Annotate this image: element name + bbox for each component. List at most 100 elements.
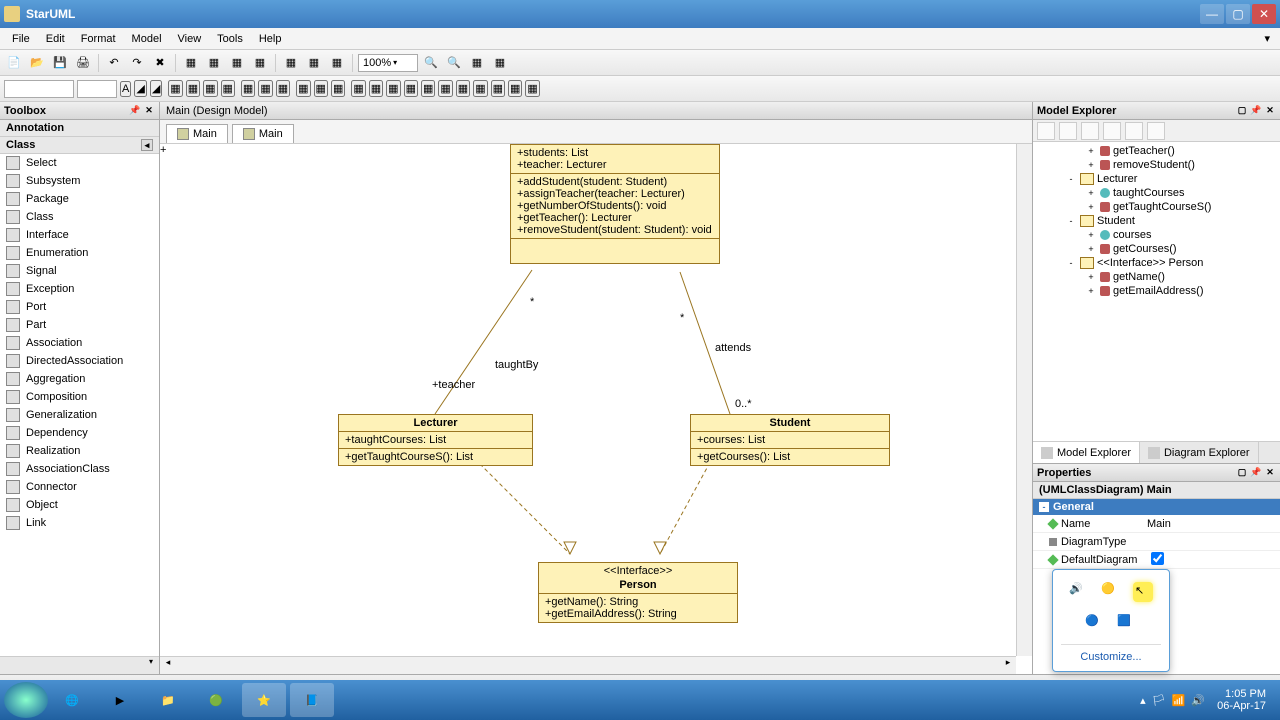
tool-item-association[interactable]: Association bbox=[0, 334, 159, 352]
tab-model-explorer[interactable]: Model Explorer bbox=[1033, 442, 1140, 463]
save-button[interactable]: 💾 bbox=[50, 53, 70, 73]
tree-item[interactable]: -<<Interface>> Person bbox=[1035, 256, 1278, 270]
align-button[interactable]: ▦ bbox=[168, 80, 182, 97]
tree-item[interactable]: +taughtCourses bbox=[1035, 186, 1278, 200]
taskbar-chrome[interactable]: 🟢 bbox=[194, 683, 238, 717]
tree-item[interactable]: +courses bbox=[1035, 228, 1278, 242]
layout-button[interactable]: ▦ bbox=[314, 80, 328, 97]
font-combo[interactable] bbox=[4, 80, 74, 98]
pin-icon[interactable]: 📌 bbox=[1250, 105, 1262, 117]
tool-item-connector[interactable]: Connector bbox=[0, 478, 159, 496]
layout-button[interactable]: ▦ bbox=[369, 80, 383, 97]
clock[interactable]: 1:05 PM 06-Apr-17 bbox=[1211, 688, 1272, 712]
taskbar-media[interactable]: ▶ bbox=[98, 683, 142, 717]
menu-file[interactable]: File bbox=[4, 31, 38, 47]
close-icon[interactable]: ✕ bbox=[1264, 467, 1276, 479]
tool-item-dependency[interactable]: Dependency bbox=[0, 424, 159, 442]
pin-icon[interactable]: ▢ bbox=[1236, 105, 1248, 117]
uml-class-student[interactable]: Student +courses: List +getCourses(): Li… bbox=[690, 414, 890, 466]
filter-button[interactable] bbox=[1081, 122, 1099, 140]
layout-button[interactable]: ▦ bbox=[421, 80, 435, 97]
tool-item-exception[interactable]: Exception bbox=[0, 280, 159, 298]
tool-button[interactable]: ▦ bbox=[181, 53, 201, 73]
new-button[interactable]: 📄 bbox=[4, 53, 24, 73]
delete-button[interactable]: ✖ bbox=[150, 53, 170, 73]
menu-edit[interactable]: Edit bbox=[38, 31, 73, 47]
nav-button[interactable] bbox=[1103, 122, 1121, 140]
pin-icon[interactable]: ▢ bbox=[1236, 467, 1248, 479]
flag-icon[interactable]: 🏳 bbox=[1152, 694, 1166, 707]
customize-link[interactable]: Customize... bbox=[1061, 644, 1161, 663]
taskbar-staruml[interactable]: ⭐ bbox=[242, 683, 286, 717]
tool-item-associationclass[interactable]: AssociationClass bbox=[0, 460, 159, 478]
tray-expand-icon[interactable]: ▴ bbox=[1140, 694, 1146, 707]
tool-item-signal[interactable]: Signal bbox=[0, 262, 159, 280]
properties-category[interactable]: -General bbox=[1033, 499, 1280, 515]
toolbox-section-class[interactable]: Class ◂ bbox=[0, 137, 159, 154]
tool-item-directedassociation[interactable]: DirectedAssociation bbox=[0, 352, 159, 370]
maximize-button[interactable]: ▢ bbox=[1226, 4, 1250, 24]
layout-button[interactable]: ▦ bbox=[438, 80, 452, 97]
down-button[interactable] bbox=[1147, 122, 1165, 140]
up-button[interactable] bbox=[1125, 122, 1143, 140]
tree-item[interactable]: +getCourses() bbox=[1035, 242, 1278, 256]
uml-class-course[interactable]: +students: List +teacher: Lecturer +addS… bbox=[510, 144, 720, 264]
diagram-canvas[interactable]: +students: List +teacher: Lecturer +addS… bbox=[160, 144, 1032, 674]
tool-item-object[interactable]: Object bbox=[0, 496, 159, 514]
pin-icon[interactable]: 📌 bbox=[129, 105, 141, 117]
volume-icon[interactable]: 🔊 bbox=[1191, 694, 1205, 707]
size-combo[interactable] bbox=[77, 80, 117, 98]
layout-button[interactable]: ▦ bbox=[386, 80, 400, 97]
tray-icon[interactable]: 🟦 bbox=[1117, 614, 1137, 634]
scroll-down-icon[interactable]: ▾ bbox=[143, 657, 159, 674]
tool-item-package[interactable]: Package bbox=[0, 190, 159, 208]
tool-item-generalization[interactable]: Generalization bbox=[0, 406, 159, 424]
tray-icon[interactable]: 🔵 bbox=[1085, 614, 1105, 634]
tool-item-composition[interactable]: Composition bbox=[0, 388, 159, 406]
tool-button[interactable]: ▦ bbox=[490, 53, 510, 73]
fill-color-button[interactable]: ◢ bbox=[134, 80, 146, 97]
menu-model[interactable]: Model bbox=[124, 31, 170, 47]
tray-icon-highlighted[interactable]: ↖ bbox=[1133, 582, 1153, 602]
horizontal-scrollbar[interactable]: ◂▸ bbox=[160, 656, 1016, 674]
diagram-tab[interactable]: Main bbox=[166, 124, 228, 143]
tool-item-subsystem[interactable]: Subsystem bbox=[0, 172, 159, 190]
layout-button[interactable]: ▦ bbox=[296, 80, 310, 97]
tree-item[interactable]: +getEmailAddress() bbox=[1035, 284, 1278, 298]
layout-button[interactable]: ▦ bbox=[473, 80, 487, 97]
tool-button[interactable]: ▦ bbox=[304, 53, 324, 73]
zoom-in-button[interactable]: 🔍 bbox=[444, 53, 464, 73]
layout-button[interactable]: ▦ bbox=[491, 80, 505, 97]
tool-button[interactable]: ▦ bbox=[250, 53, 270, 73]
tool-button[interactable]: ▦ bbox=[204, 53, 224, 73]
close-icon[interactable]: ✕ bbox=[143, 105, 155, 117]
align-button[interactable]: ▦ bbox=[186, 80, 200, 97]
volume-icon[interactable]: 🔊 bbox=[1069, 582, 1089, 602]
tool-item-enumeration[interactable]: Enumeration bbox=[0, 244, 159, 262]
align-button[interactable]: ▦ bbox=[221, 80, 235, 97]
tool-item-link[interactable]: Link bbox=[0, 514, 159, 532]
uml-class-lecturer[interactable]: Lecturer +taughtCourses: List +getTaught… bbox=[338, 414, 533, 466]
align-button[interactable]: ▦ bbox=[241, 80, 255, 97]
zoom-combo[interactable]: 100%▾ bbox=[358, 54, 418, 72]
property-row[interactable]: Name Main bbox=[1033, 515, 1280, 533]
minimize-button[interactable]: — bbox=[1200, 4, 1224, 24]
expand-icon[interactable]: ◂ bbox=[141, 139, 153, 151]
print-button[interactable]: 🖨 bbox=[73, 53, 93, 73]
layout-button[interactable]: ▦ bbox=[456, 80, 470, 97]
tree-item[interactable]: +getTeacher() bbox=[1035, 144, 1278, 158]
tool-item-class[interactable]: Class bbox=[0, 208, 159, 226]
fit-button[interactable]: ▦ bbox=[467, 53, 487, 73]
default-diagram-checkbox[interactable] bbox=[1151, 552, 1164, 565]
redo-button[interactable]: ↷ bbox=[127, 53, 147, 73]
tree-item[interactable]: +getTaughtCourseS() bbox=[1035, 200, 1278, 214]
tool-item-part[interactable]: Part bbox=[0, 316, 159, 334]
tab-diagram-explorer[interactable]: Diagram Explorer bbox=[1140, 442, 1259, 463]
menu-overflow-icon[interactable]: ▾ bbox=[1258, 32, 1276, 45]
tool-item-port[interactable]: Port bbox=[0, 298, 159, 316]
align-button[interactable]: ▦ bbox=[276, 80, 290, 97]
open-button[interactable]: 📂 bbox=[27, 53, 47, 73]
sort-button[interactable] bbox=[1059, 122, 1077, 140]
sort-button[interactable] bbox=[1037, 122, 1055, 140]
menu-view[interactable]: View bbox=[170, 31, 210, 47]
